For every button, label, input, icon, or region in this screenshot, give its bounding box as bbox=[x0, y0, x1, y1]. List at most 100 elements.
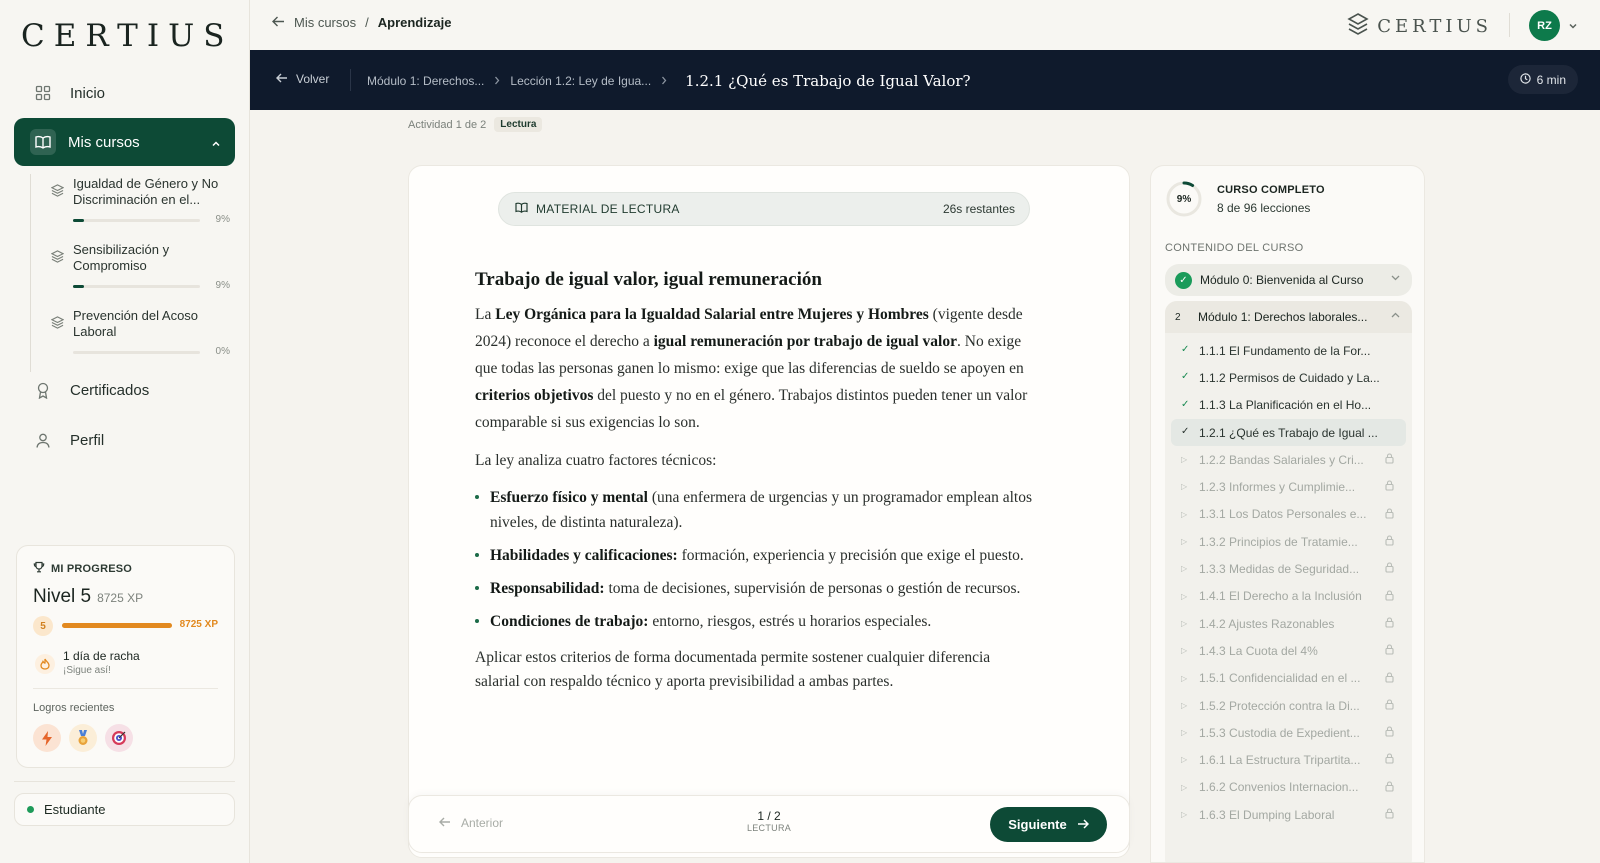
lesson-item[interactable]: ✓ 1.1.3 La Planificación en el Ho... bbox=[1171, 392, 1406, 419]
lesson-label: 1.5.3 Custodia de Expedient... bbox=[1199, 725, 1360, 740]
course-item[interactable]: Prevención del Acoso Laboral 0% bbox=[31, 306, 230, 372]
topbar: Mis cursos / Aprendizaje CERTIUS RZ bbox=[250, 0, 1600, 50]
level-xp: 8725 XP bbox=[97, 591, 144, 605]
lock-icon bbox=[1385, 590, 1394, 603]
activity-type-tag: Lectura bbox=[494, 117, 543, 132]
lesson-item: ▷ 1.2.2 Bandas Salariales y Cri... bbox=[1171, 446, 1406, 473]
divider bbox=[350, 69, 351, 91]
play-icon: ▷ bbox=[1181, 482, 1188, 492]
brand-logo[interactable]: CERTIUS bbox=[1347, 12, 1492, 41]
lesson-item: ▷ 1.5.1 Confidencialidad en el ... bbox=[1171, 665, 1406, 692]
lesson-item: ▷ 1.5.3 Custodia de Expedient... bbox=[1171, 719, 1406, 746]
avatar[interactable]: RZ bbox=[1529, 10, 1560, 41]
arrow-left-icon[interactable] bbox=[272, 15, 285, 30]
progress-card-heading: MI PROGRESO bbox=[33, 561, 132, 576]
lock-icon bbox=[1385, 699, 1394, 712]
arrow-left-icon bbox=[439, 816, 451, 830]
streak-subtext: ¡Sigue así! bbox=[63, 665, 111, 676]
medal-badge-icon[interactable] bbox=[69, 724, 97, 752]
lightning-badge-icon[interactable] bbox=[33, 724, 61, 752]
nav-home[interactable]: Inicio bbox=[14, 69, 235, 117]
play-icon: ▷ bbox=[1181, 782, 1188, 792]
level-badge: 5 bbox=[33, 616, 53, 636]
lesson-label: 1.1.2 Permisos de Cuidado y La... bbox=[1199, 370, 1380, 385]
pagination-footer: Anterior 1 / 2 LECTURA Siguiente bbox=[408, 795, 1130, 853]
breadcrumb-current: Aprendizaje bbox=[377, 15, 452, 30]
nav-home-label: Inicio bbox=[70, 84, 106, 102]
chevron-down-icon bbox=[1391, 273, 1400, 284]
course-item[interactable]: Igualdad de Género y No Discriminación e… bbox=[31, 174, 230, 240]
breadcrumb-link[interactable]: Mis cursos bbox=[294, 15, 356, 30]
layers-icon bbox=[50, 184, 65, 200]
check-icon: ✓ bbox=[1181, 371, 1190, 383]
lesson-label: 1.4.1 El Derecho a la Inclusión bbox=[1199, 589, 1362, 604]
back-button[interactable]: Volver bbox=[276, 72, 329, 86]
lesson-item: ▷ 1.6.1 La Estructura Tripartita... bbox=[1171, 746, 1406, 773]
nav-certificates[interactable]: Certificados bbox=[14, 366, 235, 414]
divider bbox=[1509, 13, 1510, 37]
lesson-list: ✓ 1.1.1 El Fundamento de la For... ✓ 1.1.2 … bbox=[1171, 337, 1406, 828]
level-label: Nivel 5 8725 XP bbox=[33, 586, 144, 607]
course-list: Igualdad de Género y No Discriminación e… bbox=[30, 174, 230, 372]
lesson-item[interactable]: ✓ 1.2.1 ¿Qué es Trabajo de Igual ... bbox=[1171, 418, 1406, 447]
lock-icon bbox=[1385, 562, 1394, 575]
course-title: Prevención del Acoso Laboral bbox=[73, 308, 199, 339]
check-circle-icon: ✓ bbox=[1175, 271, 1192, 289]
lesson-crumb[interactable]: Lección 1.2: Ley de Igua... bbox=[510, 74, 651, 88]
lesson-label: 1.3.2 Principios de Tratamie... bbox=[1199, 534, 1358, 549]
lesson-item: ▷ 1.5.2 Protección contra la Di... bbox=[1171, 692, 1406, 719]
lock-icon bbox=[1385, 480, 1394, 493]
course-progress-pct: 0% bbox=[215, 346, 230, 357]
course-progress-pct: 9% bbox=[215, 280, 230, 291]
activity-indicator: Actividad 1 de 2 Lectura bbox=[408, 117, 543, 132]
role-selector[interactable]: Estudiante bbox=[14, 793, 235, 826]
list-item: Habilidades y calificaciones: formación,… bbox=[475, 543, 1035, 568]
course-title: Sensibilización y Compromiso bbox=[73, 242, 170, 273]
lesson-label: 1.1.3 La Planificación en el Ho... bbox=[1199, 398, 1372, 413]
chevron-up-icon bbox=[1391, 310, 1400, 321]
brand-name: CERTIUS bbox=[1377, 16, 1492, 37]
module-1-header[interactable]: 2 Módulo 1: Derechos laborales... bbox=[1165, 301, 1412, 333]
trophy-icon bbox=[33, 561, 45, 576]
sidebar: CERTIUS Inicio Mis cursos Igualdad de Gé… bbox=[0, 0, 250, 863]
lesson-label: 1.2.2 Bandas Salariales y Cri... bbox=[1199, 452, 1364, 467]
app-logo[interactable]: CERTIUS bbox=[21, 18, 233, 54]
nav-my-courses[interactable]: Mis cursos bbox=[14, 118, 235, 166]
play-icon: ▷ bbox=[1181, 646, 1188, 656]
grid-icon bbox=[34, 84, 52, 102]
module-title: Módulo 1: Derechos laborales... bbox=[1198, 310, 1368, 324]
course-progress-bar bbox=[73, 285, 200, 288]
course-complete-title: CURSO COMPLETO bbox=[1217, 184, 1325, 196]
page-number: 1 / 2 bbox=[757, 809, 781, 823]
lesson-item: ▷ 1.3.2 Principios de Tratamie... bbox=[1171, 528, 1406, 555]
course-title: Igualdad de Género y No Discriminación e… bbox=[73, 176, 219, 207]
lesson-label: 1.5.2 Protección contra la Di... bbox=[1199, 698, 1360, 713]
check-icon: ✓ bbox=[1181, 344, 1190, 355]
chevron-down-icon[interactable] bbox=[1568, 18, 1578, 33]
streak-label: 1 día de racha bbox=[63, 649, 140, 663]
layers-icon bbox=[50, 316, 65, 332]
flame-icon bbox=[35, 654, 55, 674]
module-crumb[interactable]: Módulo 1: Derechos... bbox=[367, 74, 484, 88]
nav-profile[interactable]: Perfil bbox=[14, 416, 235, 464]
reading-material-bar: MATERIAL DE LECTURA 26s restantes bbox=[498, 192, 1030, 226]
material-label: MATERIAL DE LECTURA bbox=[536, 202, 680, 216]
lesson-item: ▷ 1.6.3 El Dumping Laboral bbox=[1171, 801, 1406, 828]
course-progress-bar bbox=[73, 219, 200, 222]
contents-label: CONTENIDO DEL CURSO bbox=[1165, 242, 1304, 254]
module-0-header[interactable]: ✓ Módulo 0: Bienvenida al Curso bbox=[1165, 264, 1412, 296]
lesson-item[interactable]: ✓ 1.1.2 Permisos de Cuidado y La... bbox=[1171, 364, 1406, 391]
next-button[interactable]: Siguiente bbox=[990, 807, 1107, 842]
time-remaining: 26s restantes bbox=[942, 202, 1015, 216]
course-progress-ring: 9% bbox=[1165, 180, 1203, 218]
award-icon bbox=[34, 381, 52, 399]
target-badge-icon[interactable] bbox=[105, 724, 133, 752]
lesson-item: ▷ 1.4.3 La Cuota del 4% bbox=[1171, 637, 1406, 664]
lesson-item[interactable]: ✓ 1.1.1 El Fundamento de la For... bbox=[1171, 337, 1406, 364]
previous-button[interactable]: Anterior bbox=[439, 816, 503, 830]
nav-certificates-label: Certificados bbox=[70, 381, 150, 399]
chevron-up-icon[interactable] bbox=[211, 136, 221, 153]
play-icon: ▷ bbox=[1181, 700, 1188, 710]
chevron-right-icon bbox=[494, 74, 500, 88]
course-item[interactable]: Sensibilización y Compromiso 9% bbox=[31, 240, 230, 306]
